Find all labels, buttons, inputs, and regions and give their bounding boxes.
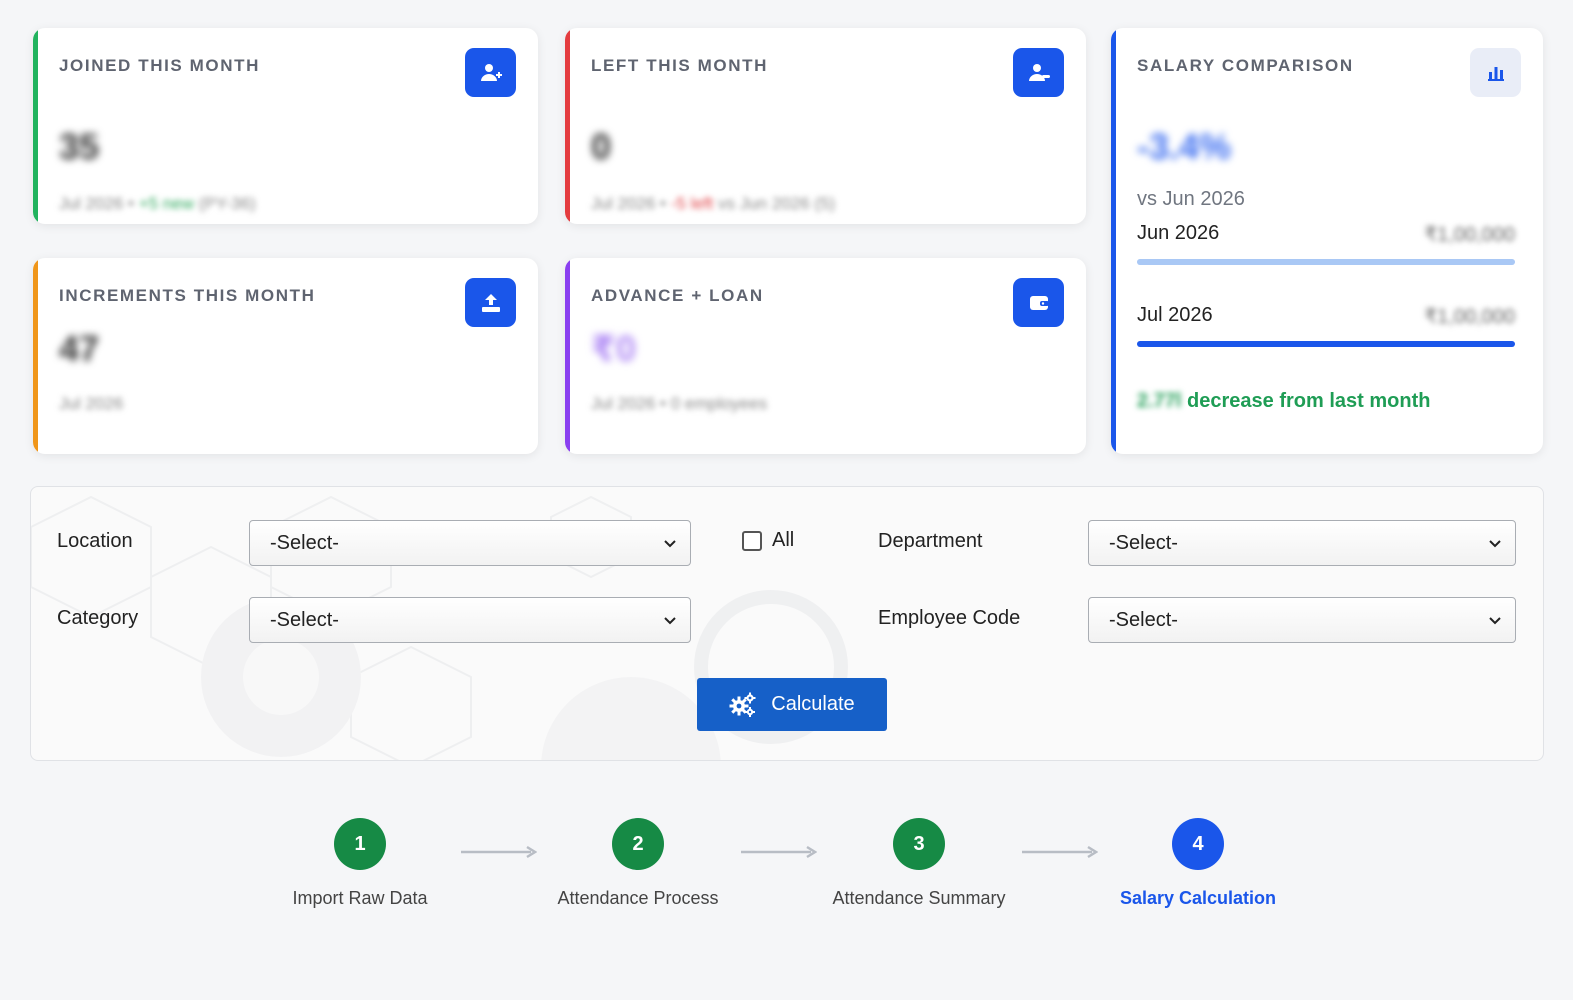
salary-comparison-card: SALARY COMPARISON -3.4% vs Jun 2026 Jun … bbox=[1111, 28, 1543, 454]
step-attendance-process[interactable]: 2 Attendance Process bbox=[528, 818, 748, 909]
arrow-right-icon bbox=[1022, 845, 1098, 859]
step-label: Attendance Process bbox=[557, 888, 719, 908]
employee-code-select[interactable]: -Select- bbox=[1088, 597, 1516, 643]
calculate-button[interactable]: Calculate bbox=[697, 678, 887, 731]
arrow-right-icon bbox=[741, 845, 817, 859]
card-title: SALARY COMPARISON bbox=[1137, 56, 1354, 75]
wallet-icon bbox=[1013, 278, 1064, 327]
card-title: LEFT THIS MONTH bbox=[591, 56, 768, 75]
salary-bar-previous-fill bbox=[1137, 259, 1515, 265]
salary-change-value: -3.4% bbox=[1137, 126, 1232, 167]
card-title: JOINED THIS MONTH bbox=[59, 56, 260, 75]
advance-subtext: Jul 2026 • 0 employees bbox=[591, 394, 768, 413]
salary-bar-previous bbox=[1137, 259, 1515, 265]
step-attendance-summary[interactable]: 3 Attendance Summary bbox=[809, 818, 1029, 909]
chevron-down-icon bbox=[1489, 540, 1501, 548]
category-select[interactable]: -Select- bbox=[249, 597, 691, 643]
filter-panel: Location -Select- All Department -Select… bbox=[30, 486, 1544, 761]
step-number: 3 bbox=[893, 818, 945, 870]
increments-subtext: Jul 2026 bbox=[59, 394, 124, 413]
salary-note: 2.77l decrease from last month bbox=[1137, 390, 1431, 412]
step-import-raw-data[interactable]: 1 Import Raw Data bbox=[250, 818, 470, 909]
chevron-down-icon bbox=[1489, 617, 1501, 625]
chevron-down-icon bbox=[664, 540, 676, 548]
location-select[interactable]: -Select- bbox=[249, 520, 691, 566]
user-minus-icon bbox=[1013, 48, 1064, 97]
category-label: Category bbox=[57, 607, 139, 629]
chevron-down-icon bbox=[664, 617, 676, 625]
joined-subtext: Jul 2026 • +5 new (PY-36) bbox=[59, 194, 256, 213]
department-select[interactable]: -Select- bbox=[1088, 520, 1516, 566]
step-number: 2 bbox=[612, 818, 664, 870]
advance-value: ₹0 bbox=[591, 328, 637, 369]
department-label: Department bbox=[878, 530, 983, 552]
checkbox-box[interactable] bbox=[742, 530, 762, 551]
salary-bar-current bbox=[1137, 341, 1515, 347]
joined-value: 35 bbox=[59, 126, 100, 167]
step-salary-calculation[interactable]: 4 Salary Calculation bbox=[1088, 818, 1308, 909]
advance-loan-card: ADVANCE + LOAN ₹0 Jul 2026 • 0 employees bbox=[565, 258, 1086, 454]
step-number: 1 bbox=[334, 818, 386, 870]
left-value: 0 bbox=[591, 126, 612, 167]
step-label: Attendance Summary bbox=[832, 888, 1006, 908]
employee-code-label: Employee Code bbox=[878, 607, 1021, 629]
step-number: 4 bbox=[1172, 818, 1224, 870]
salary-bar-current-fill bbox=[1137, 341, 1515, 347]
card-title: ADVANCE + LOAN bbox=[591, 286, 764, 305]
step-label: Salary Calculation bbox=[1119, 888, 1277, 908]
user-plus-icon bbox=[465, 48, 516, 97]
joined-card: JOINED THIS MONTH 35 Jul 2026 • +5 new (… bbox=[33, 28, 538, 224]
bar-chart-icon[interactable] bbox=[1470, 48, 1521, 97]
increments-value: 47 bbox=[59, 328, 100, 369]
upload-icon bbox=[465, 278, 516, 327]
left-subtext: Jul 2026 • -5 left vs Jun 2026 (5) bbox=[591, 194, 836, 213]
gears-icon bbox=[729, 692, 756, 717]
salary-vs-label: vs Jun 2026 bbox=[1137, 188, 1245, 210]
increments-card: INCREMENTS THIS MONTH 47 Jul 2026 bbox=[33, 258, 538, 454]
left-card: LEFT THIS MONTH 0 Jul 2026 • -5 left vs … bbox=[565, 28, 1086, 224]
salary-row-current: Jul 2026 ₹1,00,000 bbox=[1137, 304, 1515, 328]
all-locations-checkbox[interactable]: All bbox=[742, 529, 794, 552]
step-label: Import Raw Data bbox=[292, 888, 428, 908]
card-title: INCREMENTS THIS MONTH bbox=[59, 286, 316, 305]
location-label: Location bbox=[57, 530, 133, 552]
arrow-right-icon bbox=[461, 845, 537, 859]
salary-row-previous: Jun 2026 ₹1,00,000 bbox=[1137, 222, 1515, 246]
